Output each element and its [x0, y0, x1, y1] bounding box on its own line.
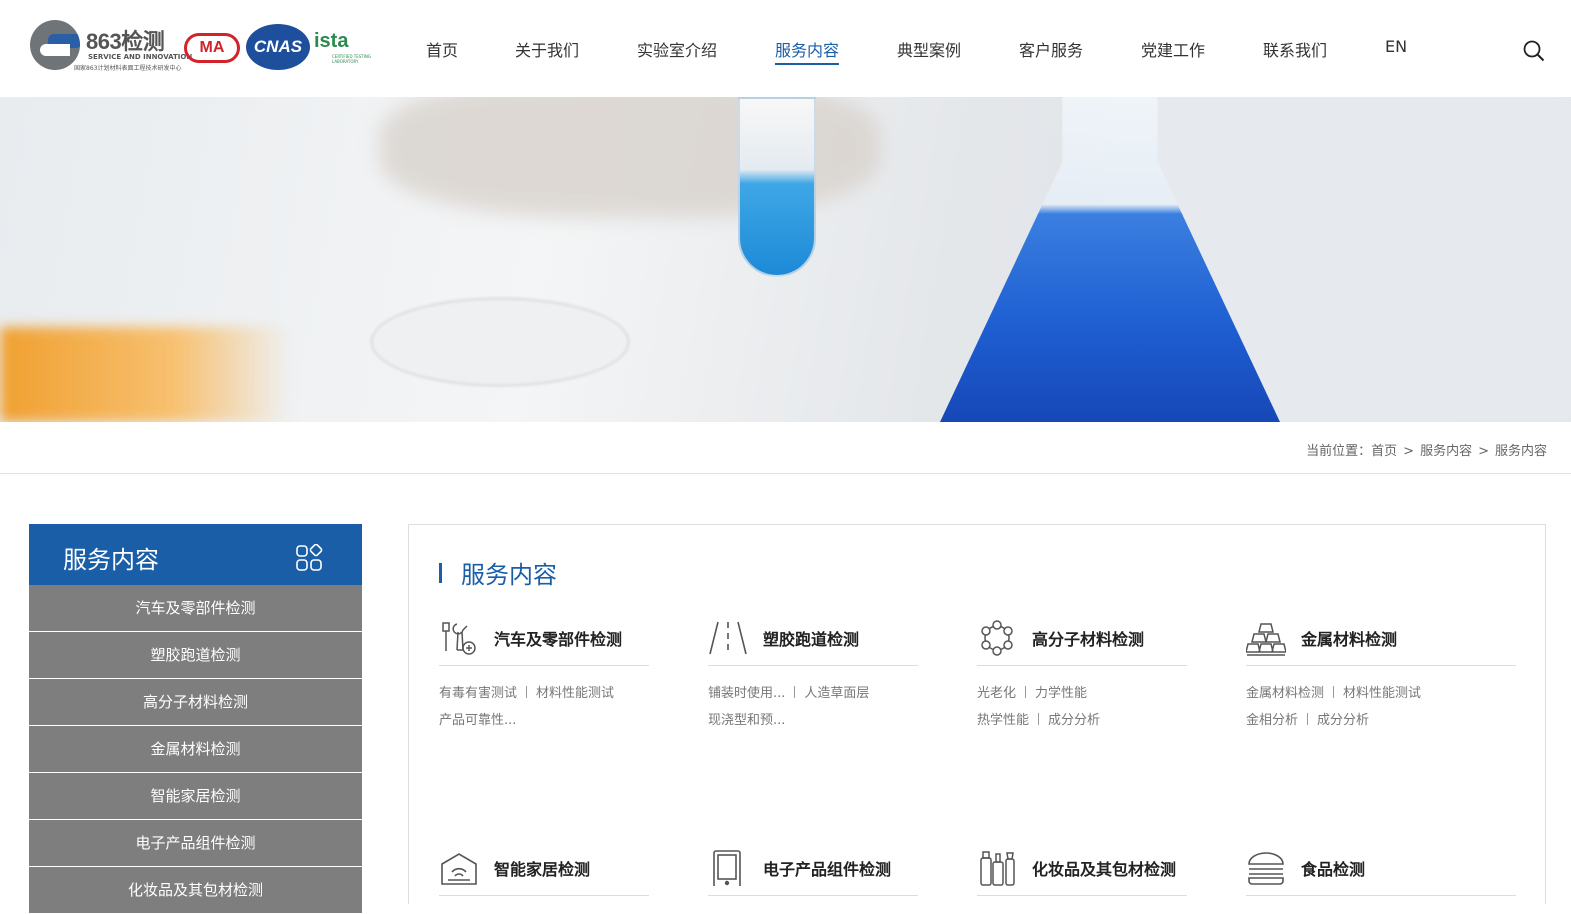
tag-link[interactable]: 材料性能测试 — [1343, 686, 1421, 701]
tag-link[interactable]: 金相分析 — [1246, 713, 1298, 728]
tag-link[interactable]: 金属材料检测 — [1246, 686, 1324, 701]
nav-about[interactable]: 关于我们 — [515, 37, 579, 61]
breadcrumb-home[interactable]: 首页 — [1371, 444, 1397, 459]
card-tags: 金属材料检测 材料性能测试 金相分析 成分分析 — [1246, 680, 1516, 734]
card-title[interactable]: 汽车及零部件检测 — [494, 626, 622, 650]
breadcrumb-services[interactable]: 服务内容 — [1420, 444, 1472, 459]
nav-contact[interactable]: 联系我们 — [1263, 37, 1327, 61]
hero-banner-image — [0, 97, 1571, 422]
sidebar-item-smarthome[interactable]: 智能家居检测 — [29, 773, 362, 820]
breadcrumb-separator: > — [1403, 444, 1415, 459]
nav-cases[interactable]: 典型案例 — [897, 37, 961, 61]
nav-party[interactable]: 党建工作 — [1141, 37, 1205, 61]
cosmetics-bottles-icon — [980, 851, 1015, 886]
tag-link[interactable]: 成分分析 — [1048, 713, 1100, 728]
cma-cert-logo: MA — [184, 33, 240, 63]
breadcrumb-current[interactable]: 服务内容 — [1495, 444, 1547, 459]
ista-cert-subtitle: CERTIFIED TESTING LABORATORY — [332, 54, 372, 64]
tag-link[interactable]: 材料性能测试 — [536, 686, 614, 701]
card-title[interactable]: 智能家居检测 — [494, 856, 590, 880]
service-card-electronics[interactable]: 电子产品组件检测 — [708, 850, 918, 896]
breadcrumb-bar: 当前位置：首页 > 服务内容 > 服务内容 — [0, 422, 1571, 474]
nav-services[interactable]: 服务内容 — [775, 37, 839, 61]
card-tags: 有毒有害测试 材料性能测试 产品可靠性... — [439, 680, 649, 734]
card-tags: 铺装时使用... 人造草面层 现浇型和预... — [708, 680, 918, 734]
service-card-smarthome[interactable]: 智能家居检测 — [439, 850, 649, 896]
sidebar-item-metal[interactable]: 金属材料检测 — [29, 726, 362, 773]
tag-link[interactable]: 光老化 — [977, 686, 1016, 701]
sidebar-header: 服务内容 — [29, 524, 362, 585]
device-icon — [713, 850, 741, 886]
card-tags: 光老化 力学性能 热学性能 成分分析 — [977, 680, 1187, 734]
road-lanes-icon — [709, 621, 747, 655]
service-card-metal[interactable]: 金属材料检测 金属材料检测 材料性能测试 金相分析 成分分析 — [1246, 620, 1516, 734]
smart-home-icon — [441, 853, 477, 885]
search-icon[interactable] — [1523, 40, 1545, 62]
service-card-auto[interactable]: 汽车及零部件检测 有毒有害测试 材料性能测试 产品可靠性... — [439, 620, 649, 734]
tag-link[interactable]: 热学性能 — [977, 713, 1029, 728]
card-title[interactable]: 食品检测 — [1301, 856, 1365, 880]
sidebar-item-track[interactable]: 塑胶跑道检测 — [29, 632, 362, 679]
sidebar: 服务内容 汽车及零部件检测 塑胶跑道检测 高分子材料检测 金属材料检测 智能家居… — [29, 524, 362, 914]
sidebar-title: 服务内容 — [63, 546, 159, 574]
wrench-tools-icon — [442, 622, 476, 655]
tag-link[interactable]: 人造草面层 — [804, 686, 869, 701]
sidebar-item-auto[interactable]: 汽车及零部件检测 — [29, 585, 362, 632]
tag-link[interactable]: 现浇型和预... — [708, 713, 785, 728]
nav-customer-service[interactable]: 客户服务 — [1019, 37, 1083, 61]
card-title[interactable]: 高分子材料检测 — [1032, 626, 1144, 650]
breadcrumb-prefix: 当前位置： — [1306, 444, 1372, 459]
sidebar-item-polymer[interactable]: 高分子材料检测 — [29, 679, 362, 726]
service-card-food[interactable]: 食品检测 — [1246, 850, 1516, 896]
site-logo[interactable]: 863检测 SERVICE AND INNOVATION 国家863计划材料表面… — [30, 20, 192, 72]
card-title[interactable]: 塑胶跑道检测 — [763, 626, 859, 650]
breadcrumb: 当前位置：首页 > 服务内容 > 服务内容 — [1306, 440, 1547, 459]
section-title: 服务内容 — [439, 555, 557, 590]
ista-cert-logo: ista — [314, 30, 349, 52]
nav-english[interactable]: EN — [1385, 37, 1407, 56]
metal-ingots-icon — [1246, 623, 1286, 656]
tag-link[interactable]: 铺装时使用... — [708, 686, 785, 701]
logo-title: 863检测 — [86, 29, 165, 54]
breadcrumb-separator: > — [1478, 444, 1489, 459]
nav-home[interactable]: 首页 — [426, 37, 458, 61]
site-header: 863检测 SERVICE AND INNOVATION 国家863计划材料表面… — [0, 0, 1571, 97]
test-tube-illustration — [738, 97, 816, 277]
nav-lab[interactable]: 实验室介绍 — [637, 37, 717, 61]
molecule-ring-icon — [981, 620, 1013, 656]
nav-active-indicator — [775, 63, 839, 65]
logo-emblem-icon — [30, 20, 80, 70]
card-title[interactable]: 化妆品及其包材检测 — [1032, 856, 1176, 880]
tag-link[interactable]: 成分分析 — [1317, 713, 1369, 728]
main-content: 服务内容 汽车及零部件检测 有毒有害测试 材料性能测试 产品可靠性... 塑胶跑道… — [408, 524, 1546, 904]
sidebar-item-cosmetics[interactable]: 化妆品及其包材检测 — [29, 867, 362, 914]
tag-link[interactable]: 有毒有害测试 — [439, 686, 517, 701]
tag-link[interactable]: 力学性能 — [1035, 686, 1087, 701]
sidebar-item-electronics[interactable]: 电子产品组件检测 — [29, 820, 362, 867]
card-title[interactable]: 电子产品组件检测 — [763, 856, 891, 880]
burger-icon — [1248, 852, 1284, 885]
service-card-track[interactable]: 塑胶跑道检测 铺装时使用... 人造草面层 现浇型和预... — [708, 620, 918, 734]
logo-subtitle: SERVICE AND INNOVATION — [88, 53, 193, 61]
logo-org-name: 国家863计划材料表面工程技术研发中心 — [74, 65, 182, 72]
service-card-cosmetics[interactable]: 化妆品及其包材检测 — [977, 850, 1187, 896]
grid-menu-icon — [296, 544, 323, 571]
service-card-polymer[interactable]: 高分子材料检测 光老化 力学性能 热学性能 成分分析 — [977, 620, 1187, 734]
tag-link[interactable]: 产品可靠性... — [439, 713, 516, 728]
cnas-cert-logo: CNAS — [246, 24, 310, 70]
card-title[interactable]: 金属材料检测 — [1301, 626, 1397, 650]
